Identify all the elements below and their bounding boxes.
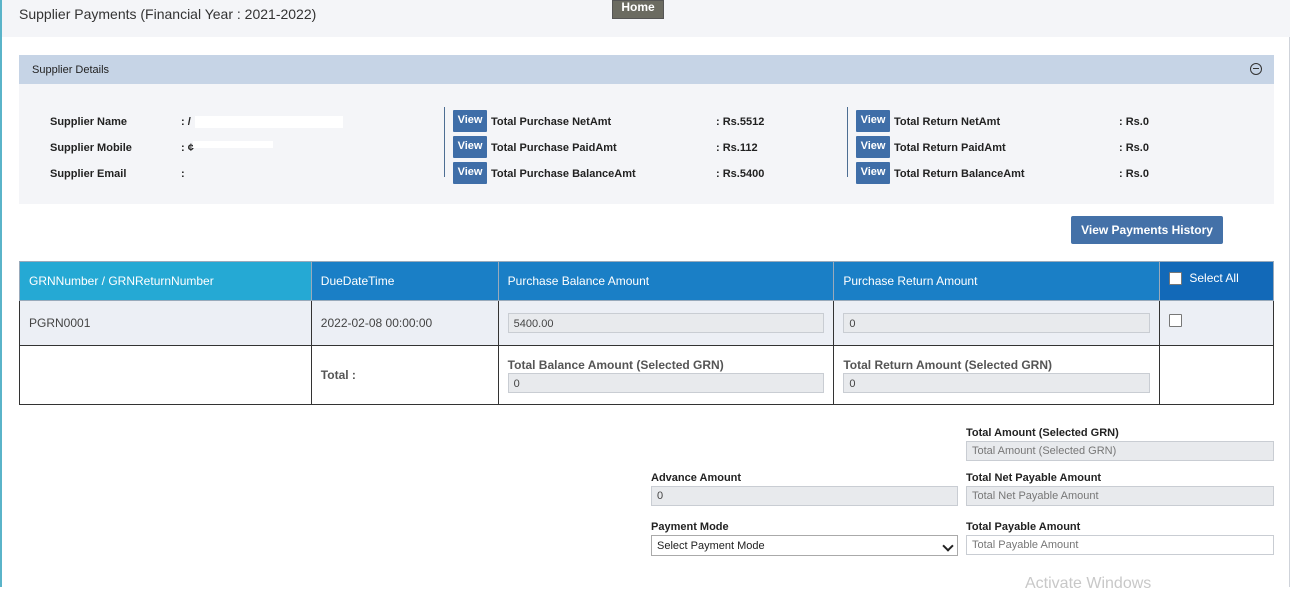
col-header-return: Purchase Return Amount	[833, 261, 1161, 301]
chevron-down-icon	[942, 540, 954, 552]
table-header-row: GRNNumber / GRNReturnNumber DueDateTime …	[19, 261, 1274, 301]
purchase-netamt-label: Total Purchase NetAmt	[491, 116, 612, 128]
empty-cell	[19, 345, 312, 405]
total-balance-field[interactable]: 0	[507, 372, 825, 393]
total-payable-label: Total Payable Amount	[966, 521, 1081, 533]
table-row: PGRN0001 2022-02-08 00:00:00 5400.00 0	[19, 300, 1274, 346]
select-all-checkbox[interactable]	[1169, 272, 1183, 286]
total-row: Total : Total Balance Amount (Selected G…	[19, 345, 1274, 405]
total-label: Total :	[320, 368, 356, 382]
total-payable-field[interactable]: Total Payable Amount	[966, 535, 1274, 555]
page-title: Supplier Payments (Financial Year : 2021…	[19, 6, 317, 22]
view-return-netamt-button[interactable]: View	[856, 110, 890, 132]
total-balance-cell: Total Balance Amount (Selected GRN) 0	[497, 345, 835, 405]
select-cell	[1159, 300, 1274, 346]
supplier-mobile-value: : ¢	[181, 142, 194, 154]
advance-amount-label: Advance Amount	[651, 472, 742, 484]
net-payable-field[interactable]: Total Net Payable Amount	[966, 486, 1274, 506]
purchase-netamt-value: : Rs.5512	[716, 116, 765, 128]
view-purchase-netamt-button[interactable]: View	[453, 110, 487, 132]
total-amount-field[interactable]: Total Amount (Selected GRN)	[966, 441, 1274, 461]
purchase-balanceamt-value: : Rs.5400	[716, 168, 765, 180]
return-amount-field[interactable]: 0	[843, 313, 1151, 333]
balance-amount-field[interactable]: 5400.00	[507, 313, 825, 333]
due-cell: 2022-02-08 00:00:00	[310, 300, 499, 346]
purchase-balanceamt-label: Total Purchase BalanceAmt	[491, 168, 636, 180]
view-return-balanceamt-button[interactable]: View	[856, 162, 890, 184]
total-return-field[interactable]: 0	[843, 372, 1151, 393]
collapse-icon[interactable]	[1250, 63, 1262, 75]
return-netamt-label: Total Return NetAmt	[894, 116, 1001, 128]
total-return-label: Total Return Amount (Selected GRN)	[843, 357, 1053, 372]
left-border	[0, 0, 2, 587]
supplier-name-label: Supplier Name	[50, 116, 128, 128]
row-checkbox[interactable]	[1169, 314, 1183, 328]
col-header-select-all[interactable]: Select All	[1159, 261, 1274, 301]
home-button[interactable]: Home	[612, 0, 664, 19]
balance-cell: 5400.00	[497, 300, 835, 346]
col-header-grn: GRNNumber / GRNReturnNumber	[19, 261, 312, 301]
supplier-mobile-label: Supplier Mobile	[50, 142, 132, 154]
supplier-email-value: :	[181, 168, 185, 180]
return-paidamt-label: Total Return PaidAmt	[894, 142, 1006, 154]
supplier-name-value: : /	[181, 116, 191, 128]
redaction	[195, 116, 343, 128]
grn-cell: PGRN0001	[19, 300, 312, 346]
col-header-balance: Purchase Balance Amount	[497, 261, 835, 301]
purchase-paidamt-value: : Rs.112	[716, 142, 758, 154]
select-all-label: Select All	[1189, 271, 1239, 285]
view-purchase-paidamt-button[interactable]: View	[453, 136, 487, 158]
net-payable-label: Total Net Payable Amount	[966, 472, 1102, 484]
total-amount-label: Total Amount (Selected GRN)	[966, 427, 1119, 439]
supplier-details-title: Supplier Details	[32, 64, 110, 76]
advance-amount-field[interactable]: 0	[651, 486, 958, 506]
payment-mode-selected: Select Payment Mode	[657, 540, 765, 552]
redaction	[193, 141, 273, 148]
purchase-paidamt-label: Total Purchase PaidAmt	[491, 142, 617, 154]
payment-mode-label: Payment Mode	[651, 521, 729, 533]
empty-cell	[1159, 345, 1274, 405]
divider	[847, 107, 848, 177]
col-header-due: DueDateTime	[310, 261, 499, 301]
return-netamt-value: : Rs.0	[1119, 116, 1149, 128]
return-balanceamt-value: : Rs.0	[1119, 168, 1149, 180]
total-return-cell: Total Return Amount (Selected GRN) 0	[833, 345, 1161, 405]
total-balance-label: Total Balance Amount (Selected GRN)	[507, 357, 724, 372]
supplier-details-header[interactable]: Supplier Details	[19, 55, 1274, 84]
return-balanceamt-label: Total Return BalanceAmt	[894, 168, 1025, 180]
return-cell: 0	[833, 300, 1161, 346]
payment-mode-select[interactable]: Select Payment Mode	[651, 535, 958, 556]
divider	[444, 107, 445, 177]
view-return-paidamt-button[interactable]: View	[856, 136, 890, 158]
activate-windows-watermark: Activate Windows	[1025, 575, 1152, 592]
view-payments-history-button[interactable]: View Payments History	[1071, 216, 1223, 244]
grn-table: GRNNumber / GRNReturnNumber DueDateTime …	[19, 261, 1274, 405]
return-paidamt-value: : Rs.0	[1119, 142, 1149, 154]
view-purchase-balanceamt-button[interactable]: View	[453, 162, 487, 184]
supplier-email-label: Supplier Email	[50, 168, 127, 180]
total-label-cell: Total :	[310, 345, 499, 405]
